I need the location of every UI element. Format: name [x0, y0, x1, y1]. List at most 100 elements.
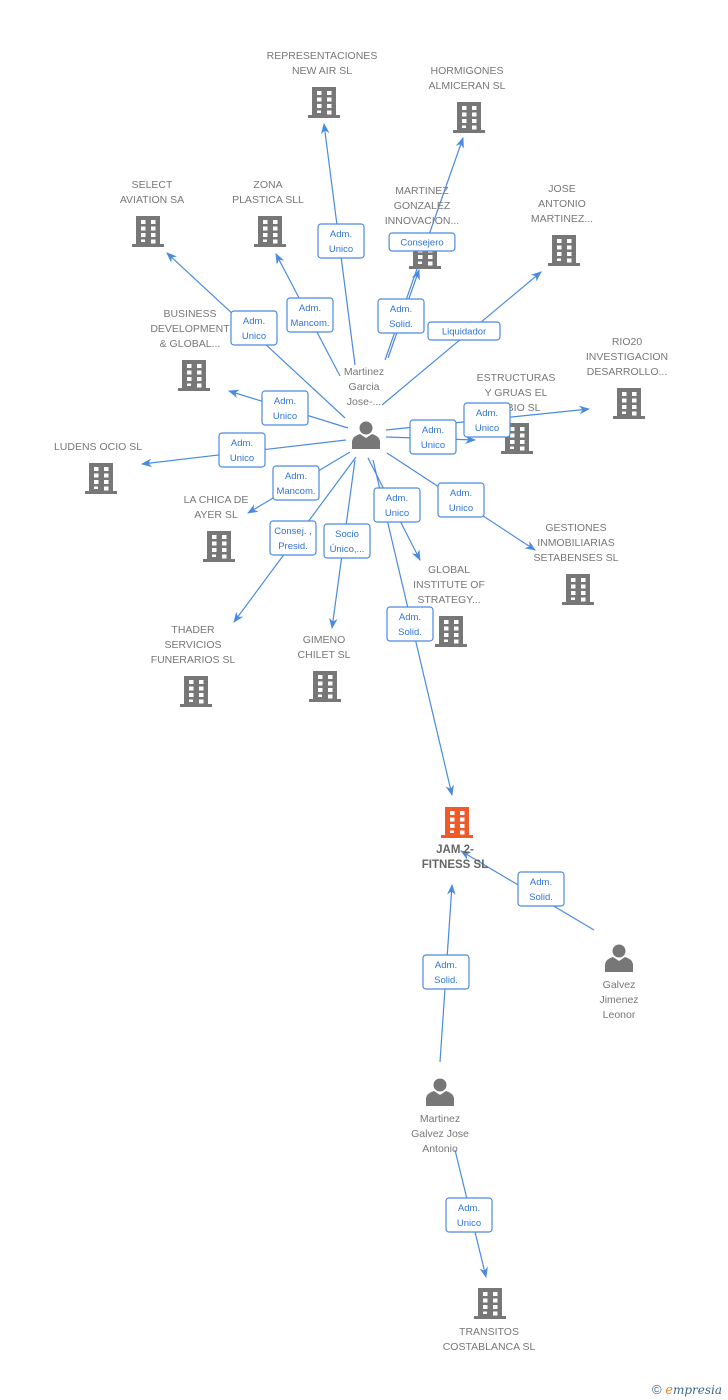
- node-label: JAM 2-: [436, 844, 474, 856]
- role-badge[interactable]: Consej. , Presid.: [269, 520, 317, 556]
- company-node[interactable]: TRANSITOS COSTABLANCA SL: [443, 1288, 536, 1353]
- role-badge[interactable]: Adm. Unico: [218, 432, 266, 468]
- role-label: Unico: [329, 244, 353, 255]
- role-label: Adm.: [390, 304, 412, 315]
- role-badge[interactable]: Adm. Mancom.: [272, 465, 320, 501]
- person-icon: [426, 1078, 454, 1106]
- building-icon: [441, 807, 473, 838]
- role-label: Socio: [335, 529, 359, 540]
- role-label: Consejero: [400, 238, 443, 249]
- company-node[interactable]: ZONA PLASTICA SLL: [232, 179, 304, 247]
- node-label: SETABENSES SL: [533, 552, 618, 564]
- role-label: Adm.: [476, 408, 498, 419]
- role-badge[interactable]: Adm. Unico: [373, 487, 421, 523]
- company-node[interactable]: LUDENS OCIO SL: [54, 441, 142, 494]
- person-node[interactable]: Martinez Galvez Jose Antonio: [411, 1078, 469, 1156]
- company-node[interactable]: LA CHICA DE AYER SL: [184, 494, 249, 562]
- building-icon: [548, 235, 580, 266]
- building-icon: [562, 574, 594, 605]
- person-icon: [605, 944, 633, 972]
- role-label: Adm.: [399, 612, 421, 623]
- node-label: MARTINEZ: [395, 185, 449, 197]
- company-node[interactable]: REPRESENTACIONES NEW AIR SL: [267, 50, 378, 118]
- role-badge[interactable]: Adm. Unico: [463, 402, 511, 438]
- node-label: Galvez Jose: [411, 1128, 469, 1140]
- role-badge[interactable]: Adm. Unico: [230, 310, 278, 346]
- empresia-logo: © empresia: [652, 1382, 722, 1398]
- role-badge[interactable]: Adm. Solid.: [517, 871, 565, 907]
- role-badge[interactable]: Liquidador: [427, 321, 501, 341]
- node-label: NEW AIR SL: [292, 65, 352, 77]
- node-label: FITNESS SL: [422, 859, 488, 871]
- role-label: Unico: [230, 453, 254, 464]
- node-label: RIO20: [612, 336, 643, 348]
- node-label: SERVICIOS: [165, 639, 222, 651]
- node-label: SELECT: [132, 179, 173, 191]
- node-label: REPRESENTACIONES: [267, 50, 378, 62]
- role-badge[interactable]: Consejero: [388, 232, 456, 252]
- role-badge[interactable]: Adm. Mancom.: [286, 297, 334, 333]
- role-label: Adm.: [422, 425, 444, 436]
- role-label: Adm.: [231, 438, 253, 449]
- company-node[interactable]: HORMIGONES ALMICERAN SL: [428, 65, 506, 133]
- company-node[interactable]: BUSINESS DEVELOPMENT & GLOBAL...: [150, 308, 230, 391]
- node-label: Martinez: [420, 1113, 460, 1125]
- company-node[interactable]: SELECT AVIATION SA: [120, 179, 184, 247]
- building-icon: [309, 671, 341, 702]
- role-badge[interactable]: Adm. Solid.: [386, 606, 434, 642]
- node-label: GIMENO: [303, 634, 346, 646]
- node-label: & GLOBAL...: [160, 338, 221, 350]
- node-label: THADER: [171, 624, 215, 636]
- node-label: FUNERARIOS SL: [151, 654, 236, 666]
- node-label: CHILET SL: [298, 649, 351, 661]
- node-label: LA CHICA DE: [184, 494, 249, 506]
- role-label: Adm.: [299, 303, 321, 314]
- node-label: GONZALEZ: [394, 200, 451, 212]
- role-badge[interactable]: Adm. Unico: [437, 482, 485, 518]
- network-diagram: Martinez Garcia Jose-... REPRESENTACIONES NE…: [54, 50, 668, 1353]
- node-label: INVESTIGACION: [586, 351, 668, 363]
- role-badge[interactable]: Adm. Unico: [261, 390, 309, 426]
- person-node[interactable]: Martinez Garcia Jose-...: [344, 366, 384, 449]
- node-label: TRANSITOS: [459, 1326, 519, 1338]
- role-label: Mancom.: [276, 486, 315, 497]
- company-node[interactable]: MARTINEZ GONZALEZ INNOVACION...: [385, 185, 459, 269]
- node-label: Garcia: [349, 381, 380, 393]
- company-node[interactable]: THADER SERVICIOS FUNERARIOS SL: [151, 624, 236, 707]
- node-label: HORMIGONES: [431, 65, 504, 77]
- building-icon: [474, 1288, 506, 1319]
- role-badge[interactable]: Adm. Unico: [317, 223, 365, 259]
- role-label: Solid.: [398, 627, 422, 638]
- node-label: ZONA: [253, 179, 282, 191]
- role-badge[interactable]: Socio Único,...: [323, 523, 371, 559]
- node-label: ANTONIO: [538, 198, 586, 210]
- node-label: MARTINEZ...: [531, 213, 593, 225]
- building-icon: [180, 676, 212, 707]
- company-node[interactable]: JOSE ANTONIO MARTINEZ...: [531, 183, 593, 266]
- role-label: Mancom.: [290, 318, 329, 329]
- role-label: Liquidador: [442, 327, 486, 338]
- node-label: BUSINESS: [163, 308, 216, 320]
- role-label: Adm.: [330, 229, 352, 240]
- role-label: Adm.: [450, 488, 472, 499]
- company-node[interactable]: RIO20 INVESTIGACION DESARROLLO...: [586, 336, 668, 419]
- role-badge[interactable]: Adm. Unico: [409, 419, 457, 455]
- role-badge[interactable]: Adm. Solid.: [422, 954, 470, 990]
- node-label: AVIATION SA: [120, 194, 184, 206]
- role-badge[interactable]: Adm. Unico: [445, 1197, 493, 1233]
- role-badge[interactable]: Adm. Solid.: [377, 298, 425, 334]
- company-node[interactable]: JAM 2- FITNESS SL: [422, 807, 488, 871]
- building-icon: [453, 102, 485, 133]
- node-label: ALMICERAN SL: [428, 80, 505, 92]
- person-node[interactable]: Galvez Jimenez Leonor: [599, 944, 639, 1022]
- role-label: Solid.: [389, 319, 413, 330]
- node-label: Galvez: [603, 979, 636, 991]
- node-label: Antonio: [422, 1143, 458, 1155]
- role-label: Adm.: [243, 316, 265, 327]
- copyright-icon: ©: [652, 1382, 662, 1397]
- company-node[interactable]: GIMENO CHILET SL: [298, 634, 351, 702]
- node-label: DEVELOPMENT: [150, 323, 230, 335]
- role-label: Adm.: [386, 493, 408, 504]
- company-node[interactable]: GESTIONES INMOBILIARIAS SETABENSES SL: [533, 522, 619, 605]
- role-label: Solid.: [529, 892, 553, 903]
